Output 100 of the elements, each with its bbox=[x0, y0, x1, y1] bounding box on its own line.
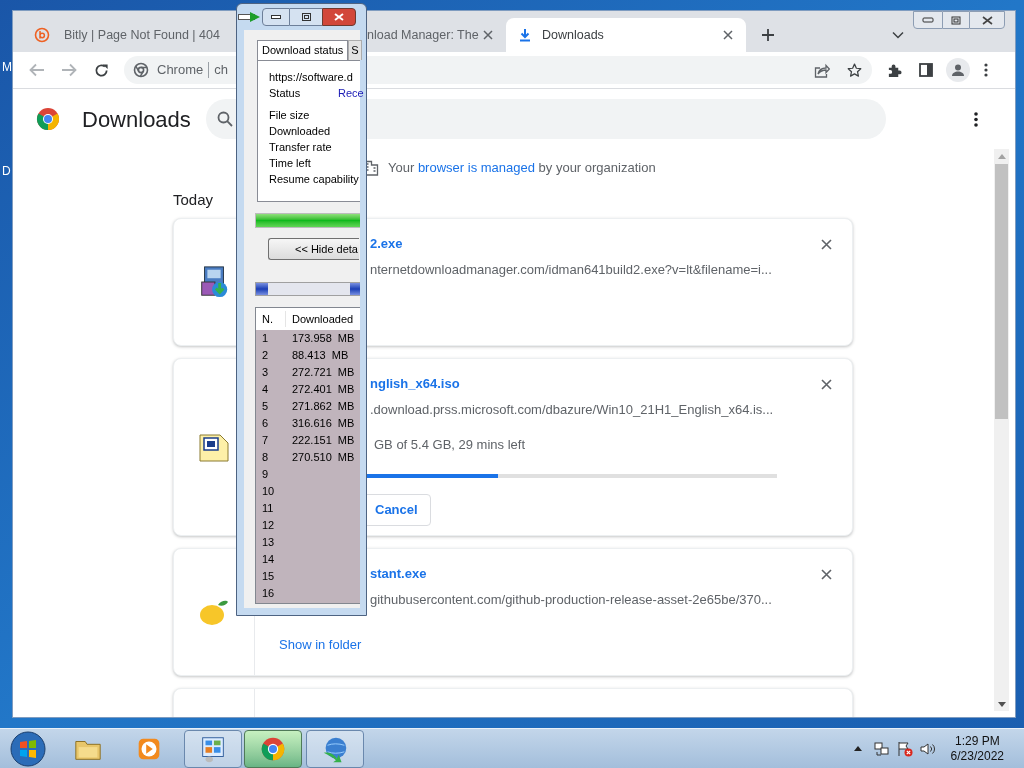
table-cell-text: 3 bbox=[261, 365, 270, 381]
section-heading: Today bbox=[173, 191, 214, 209]
side-panel-button[interactable] bbox=[916, 60, 936, 80]
hide-details-button[interactable]: << Hide deta bbox=[268, 238, 359, 260]
reload-button[interactable] bbox=[92, 61, 110, 79]
minimize-icon bbox=[922, 17, 934, 23]
taskbar-button[interactable] bbox=[244, 729, 302, 768]
table-cell-text: 16 bbox=[261, 586, 276, 602]
managed-link[interactable]: browser is managed bbox=[417, 160, 535, 176]
table-cell-text: 15 bbox=[261, 569, 276, 585]
table-cell-text: 8 bbox=[261, 450, 270, 466]
table-cell-text: 13 bbox=[261, 535, 276, 551]
close-icon bbox=[820, 568, 832, 580]
more-vertical-icon bbox=[984, 63, 988, 77]
person-icon bbox=[951, 63, 965, 77]
table-cell-text: 5 bbox=[261, 399, 270, 415]
star-icon bbox=[846, 62, 862, 78]
table-cell-text: 88.413 MB bbox=[291, 348, 349, 364]
table-cell-text: 7 bbox=[261, 433, 270, 449]
close-icon bbox=[483, 30, 493, 40]
maximize-button[interactable] bbox=[290, 8, 322, 26]
progress-text: GB of 5.4 GB, 29 mins left bbox=[374, 436, 525, 454]
desktop-icon-label[interactable]: M bbox=[2, 58, 12, 76]
network-button[interactable] bbox=[872, 739, 891, 758]
reload-icon bbox=[93, 62, 109, 78]
desktop-icon-label[interactable]: D bbox=[2, 162, 11, 180]
minimize-icon bbox=[271, 15, 281, 19]
status-tab[interactable]: Download status bbox=[257, 40, 349, 60]
column-header: Downloaded bbox=[291, 311, 354, 327]
profile-button[interactable] bbox=[946, 58, 970, 82]
scrollbar-thumb[interactable] bbox=[995, 164, 1008, 419]
network-icon bbox=[873, 740, 890, 757]
table-cell-text: 9 bbox=[261, 467, 270, 483]
scrollbar[interactable] bbox=[994, 149, 1009, 711]
table-cell-text: 10 bbox=[261, 484, 276, 500]
search-icon bbox=[217, 111, 233, 127]
table-cell-text: 270.510 MB bbox=[291, 450, 355, 466]
action-center-button[interactable] bbox=[895, 739, 914, 758]
field-label: Downloaded bbox=[269, 124, 332, 139]
more-vertical-icon bbox=[974, 111, 978, 127]
table-cell-text: 316.616 MB bbox=[291, 416, 355, 432]
plus-icon bbox=[761, 28, 775, 42]
browser-tab[interactable]: Bitly | Page Not Found | 404 bbox=[26, 18, 241, 52]
file-name-link[interactable]: 2.exe bbox=[370, 235, 403, 253]
url-text: ch bbox=[214, 61, 228, 80]
source-url: nternetdownloadmanager.com/idman641build2.exe?v=lt&filename=i... bbox=[370, 261, 772, 279]
table-cell-text: 173.958 MB bbox=[291, 331, 355, 347]
table-cell-text: 222.151 MB bbox=[291, 433, 355, 449]
remove-button[interactable] bbox=[820, 378, 832, 390]
installer-icon bbox=[198, 265, 230, 299]
show-in-folder-link[interactable]: Show in folder bbox=[279, 636, 362, 654]
table-cell-text: 271.862 MB bbox=[291, 399, 355, 415]
file-name-link[interactable]: stant.exe bbox=[370, 565, 427, 583]
puzzle-icon bbox=[886, 62, 902, 78]
table-cell-text: 272.721 MB bbox=[291, 365, 355, 381]
table-cell-text: 6 bbox=[261, 416, 270, 432]
chevron-down-icon bbox=[892, 31, 904, 39]
table-cell-text: 272.401 MB bbox=[291, 382, 355, 398]
restore-icon bbox=[301, 13, 311, 21]
clock[interactable]: 1:29 PM 6/23/2022 bbox=[950, 733, 1004, 764]
remove-button[interactable] bbox=[820, 568, 832, 580]
scroll-up-icon bbox=[997, 154, 1006, 159]
chrome-icon bbox=[133, 62, 149, 78]
taskbar-button[interactable] bbox=[306, 729, 364, 768]
page-title: Downloads bbox=[82, 105, 192, 134]
field-value: Rece bbox=[338, 86, 364, 101]
table-cell-text: 2 bbox=[261, 348, 270, 364]
field-label: File size bbox=[269, 108, 311, 123]
arrow-right-icon bbox=[61, 63, 77, 77]
minimize-button[interactable] bbox=[262, 8, 290, 26]
file-name-link[interactable]: nglish_x64.iso bbox=[370, 375, 460, 393]
table-cell-text: 14 bbox=[261, 552, 276, 568]
download-icon bbox=[518, 28, 532, 42]
chrome-logo-icon bbox=[36, 107, 60, 131]
start-button[interactable] bbox=[9, 729, 47, 768]
table-cell-text: 4 bbox=[261, 382, 270, 398]
site-label: Chrome bbox=[157, 61, 204, 80]
column-header: N. bbox=[256, 310, 286, 328]
close-icon bbox=[723, 30, 733, 40]
scroll-down-icon bbox=[997, 702, 1006, 707]
taskbar-button[interactable] bbox=[184, 729, 242, 768]
close-icon bbox=[981, 15, 993, 25]
field-label: Transfer rate bbox=[269, 140, 333, 155]
restore-icon bbox=[951, 15, 961, 25]
start-orb-icon bbox=[10, 730, 46, 767]
remove-button[interactable] bbox=[820, 238, 832, 250]
field-label: Resume capability bbox=[269, 172, 359, 187]
field-label: Status bbox=[269, 86, 302, 101]
close-button[interactable] bbox=[969, 11, 1005, 29]
managed-notice: Your browser is managed by your organization bbox=[388, 159, 656, 178]
close-button[interactable] bbox=[322, 8, 356, 26]
browser-tab[interactable]: Downloads bbox=[506, 18, 746, 52]
app-icon bbox=[238, 12, 260, 22]
field-label: Time left bbox=[269, 156, 312, 171]
side-panel-icon bbox=[919, 63, 933, 77]
speaker-icon bbox=[919, 740, 936, 757]
arrow-left-icon bbox=[29, 63, 45, 77]
status-tab[interactable]: S bbox=[348, 40, 362, 60]
new-tab-button[interactable] bbox=[760, 27, 776, 43]
logo-icon bbox=[34, 27, 50, 43]
